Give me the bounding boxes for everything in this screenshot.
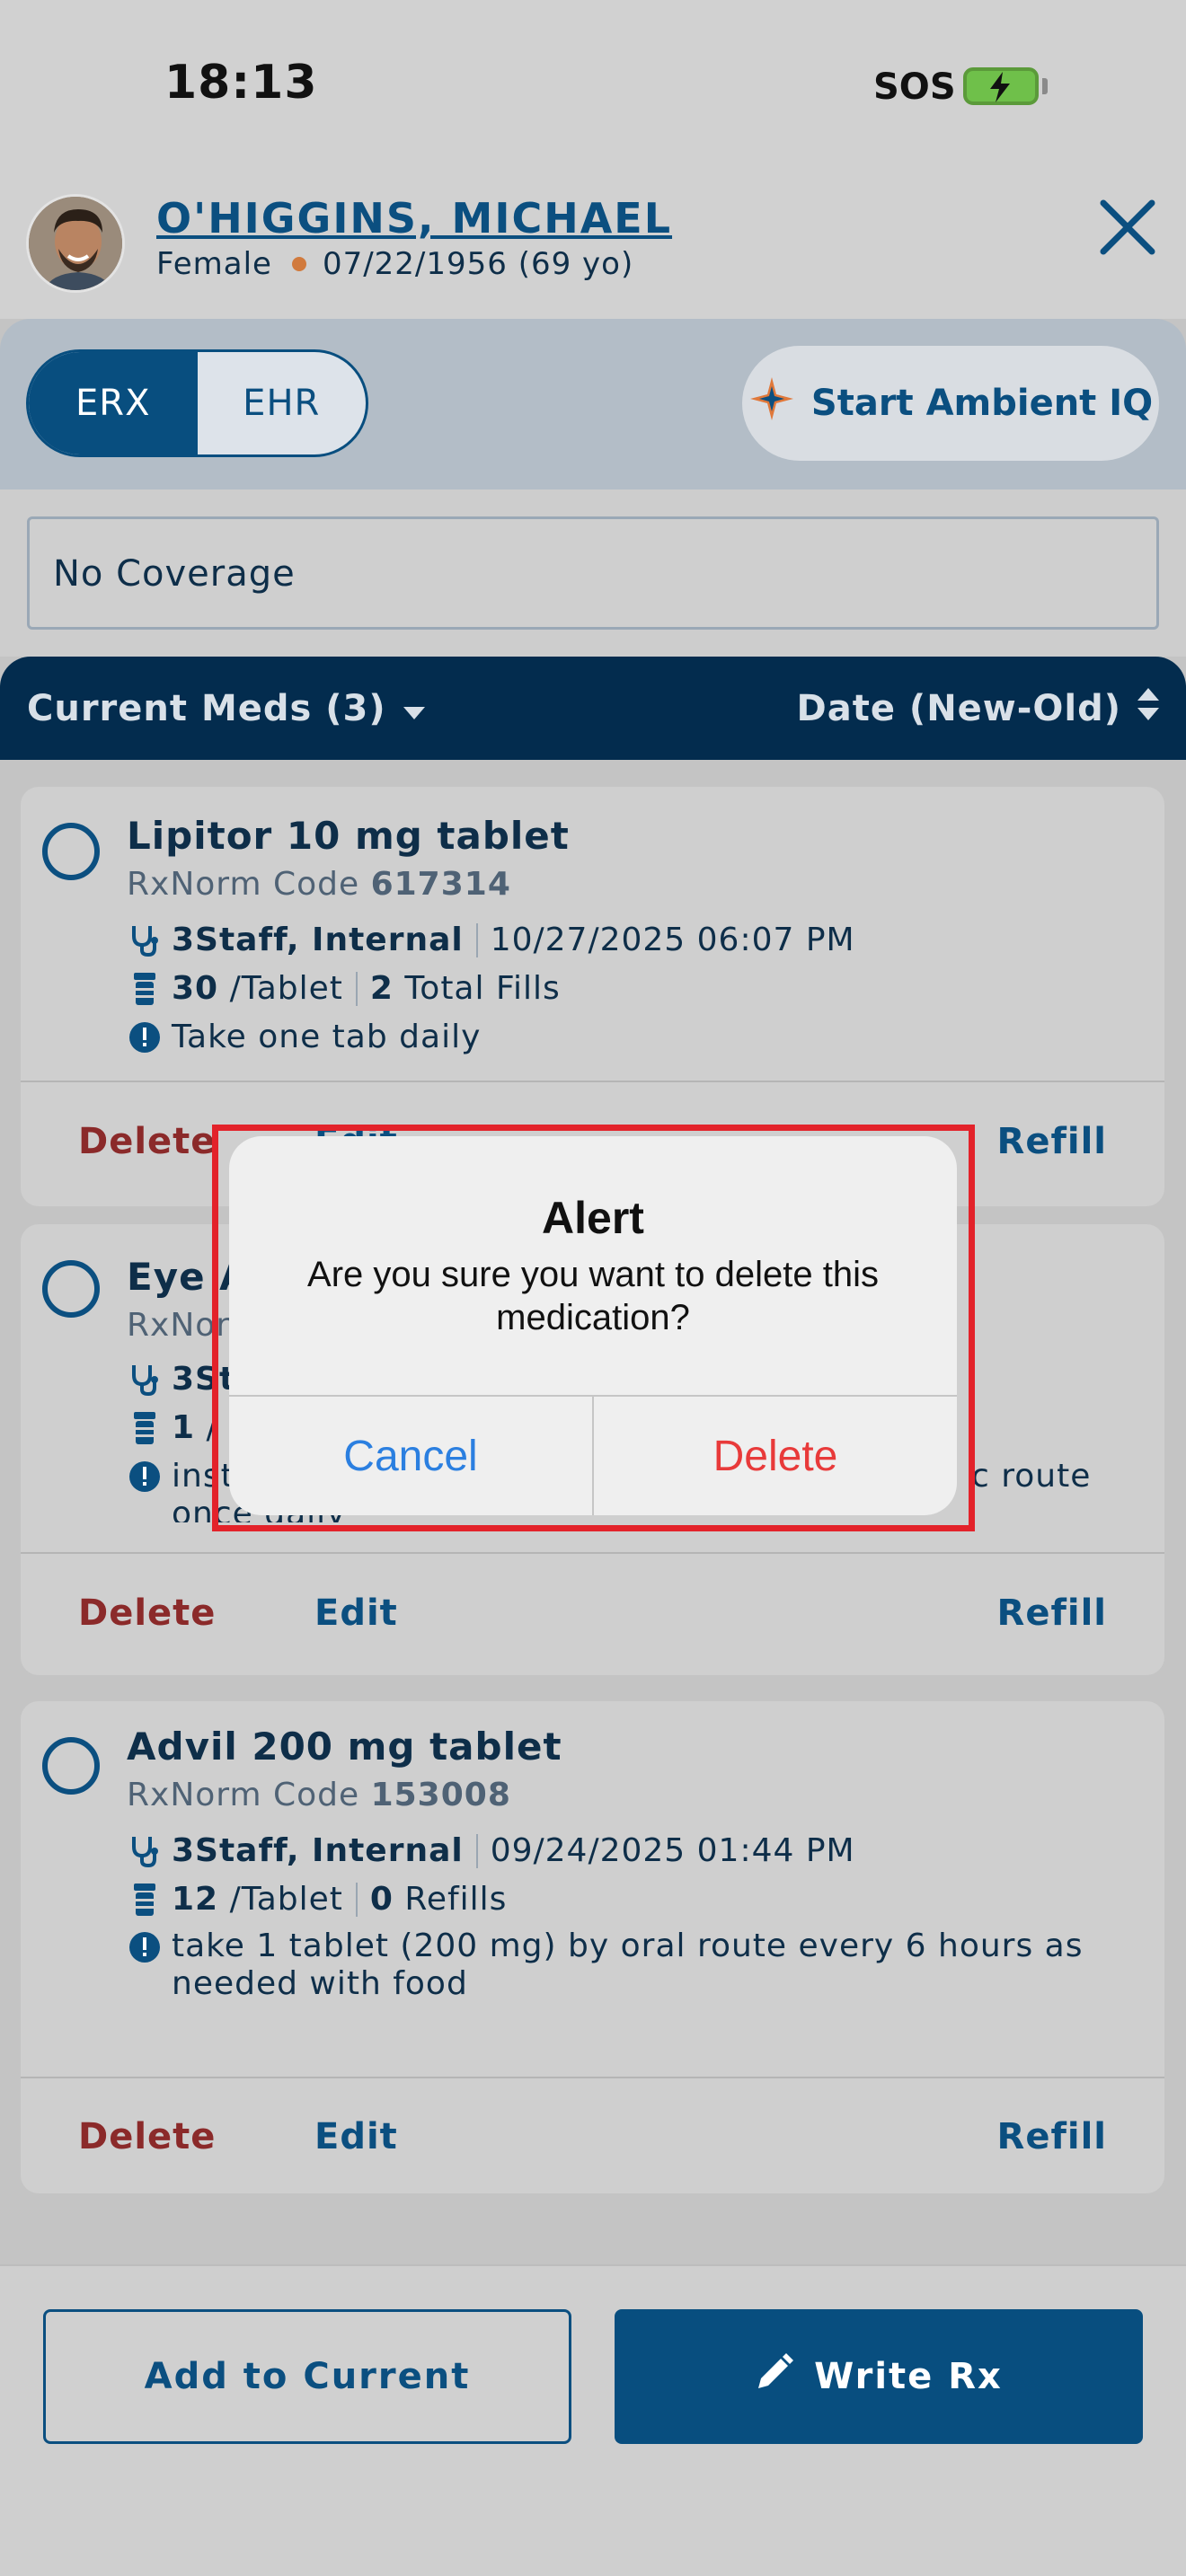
- patient-sex: Female: [156, 246, 272, 282]
- quantity: 12: [172, 1881, 219, 1918]
- rxnorm-line: RxNorm Code 617314: [127, 866, 511, 903]
- erx-ehr-segmented-control: ERX EHR: [26, 349, 368, 457]
- write-rx-label: Write Rx: [814, 2356, 1003, 2397]
- divider: [355, 1882, 358, 1917]
- med-select-radio[interactable]: [42, 1260, 100, 1318]
- pill-bottle-icon: [127, 972, 163, 1006]
- avatar: [26, 194, 125, 293]
- card-actions: Delete Edit Refill: [21, 2078, 1164, 2195]
- info-icon: [127, 1021, 163, 1054]
- delete-button[interactable]: Delete: [78, 1592, 216, 1634]
- sparkle-icon: [748, 375, 795, 431]
- delete-confirm-dialog: Alert Are you sure you want to delete th…: [229, 1136, 957, 1515]
- status-bar: 18:13 SOS: [0, 0, 1186, 171]
- delete-button[interactable]: Delete: [78, 1121, 216, 1162]
- battery-tip: [1042, 78, 1048, 94]
- alert-cancel-button[interactable]: Cancel: [229, 1397, 592, 1515]
- sig-line: Take one tab daily: [127, 1019, 481, 1055]
- quantity: 30: [172, 970, 219, 1007]
- card-divider: [21, 1081, 1164, 1082]
- divider: [475, 922, 478, 957]
- card-actions: Delete Edit Refill: [21, 1555, 1164, 1672]
- prescriber: 3Staff, Internal: [172, 1832, 464, 1869]
- fills-count: 0: [369, 1881, 394, 1918]
- sort-dropdown[interactable]: Date (New-Old): [797, 688, 1159, 729]
- info-icon: [127, 1931, 163, 1963]
- sort-label: Date (New-Old): [796, 688, 1121, 729]
- quantity-line: 1 /: [127, 1409, 218, 1446]
- status-time: 18:13: [164, 56, 318, 110]
- ambient-label: Start Ambient IQ: [810, 383, 1154, 424]
- med-name: Lipitor 10 mg tablet: [127, 814, 570, 858]
- segment-ehr[interactable]: EHR: [198, 352, 367, 454]
- unit: /Tablet: [229, 1881, 343, 1918]
- divider: [355, 971, 358, 1006]
- rxnorm-code: 153008: [370, 1777, 511, 1813]
- refill-button[interactable]: Refill: [997, 1121, 1107, 1162]
- prescribed-date: 10/27/2025 06:07 PM: [490, 922, 855, 958]
- rxnorm-line: RxNorm Code 153008: [127, 1777, 511, 1813]
- sort-icon: [1137, 688, 1159, 729]
- prescribed-date: 09/24/2025 01:44 PM: [490, 1832, 855, 1869]
- sig-text: Take one tab daily: [172, 1019, 482, 1055]
- segment-erx[interactable]: ERX: [29, 352, 198, 454]
- unit: /Tablet: [229, 970, 343, 1007]
- fills-label: Total Fills: [404, 970, 561, 1007]
- quantity-line: 12 /Tablet 0 Refills: [127, 1881, 507, 1918]
- med-filter-dropdown[interactable]: Current Meds (3): [27, 688, 426, 729]
- stethoscope-icon: [127, 1363, 163, 1397]
- patient-header: O'HIGGINS, MICHAEL Female 07/22/1956 (69 …: [0, 171, 1186, 319]
- med-card: Advil 200 mg tablet RxNorm Code 153008 3…: [21, 1701, 1164, 2193]
- separator-dot: [291, 256, 306, 271]
- med-list-header: Current Meds (3) Date (New-Old): [0, 657, 1186, 760]
- quantity: 1: [172, 1409, 196, 1446]
- rxnorm-code: 617314: [370, 866, 511, 903]
- sig-text: take 1 tablet (200 mg) by oral route eve…: [172, 1928, 1084, 2002]
- patient-name-link[interactable]: O'HIGGINS, MICHAEL: [156, 194, 672, 243]
- sig-text-end: c route: [971, 1458, 1092, 1495]
- sos-indicator: SOS: [873, 66, 956, 108]
- write-rx-button[interactable]: Write Rx: [615, 2309, 1143, 2444]
- refill-button[interactable]: Refill: [997, 2116, 1107, 2157]
- refill-button[interactable]: Refill: [997, 1592, 1107, 1634]
- card-divider: [21, 1552, 1164, 1554]
- source-toggle-row: ERX EHR Start Ambient IQ: [0, 319, 1186, 490]
- rxnorm-label: RxNorm Code: [127, 1777, 360, 1813]
- fills-label: Refills: [404, 1881, 508, 1918]
- close-icon[interactable]: [1096, 196, 1159, 259]
- bottom-action-bar: Add to Current Write Rx: [0, 2264, 1186, 2576]
- alert-delete-button[interactable]: Delete: [594, 1397, 957, 1515]
- divider: [475, 1833, 478, 1868]
- med-name: Advil 200 mg tablet: [127, 1725, 562, 1769]
- sig-line: take 1 tablet (200 mg) by oral route eve…: [127, 1928, 1115, 2003]
- delete-button[interactable]: Delete: [78, 2116, 216, 2157]
- alert-message: Are you sure you want to delete this med…: [307, 1255, 879, 1337]
- med-select-radio[interactable]: [42, 823, 100, 880]
- pill-bottle-icon: [127, 1411, 163, 1445]
- fills-count: 2: [369, 970, 394, 1007]
- rxnorm-label: RxNorm Code: [127, 866, 360, 903]
- med-select-radio[interactable]: [42, 1737, 100, 1795]
- quantity-line: 30 /Tablet 2 Total Fills: [127, 970, 561, 1007]
- prescriber: 3Staff, Internal: [172, 922, 464, 958]
- battery-icon: [963, 67, 1039, 105]
- coverage-field[interactable]: No Coverage: [27, 516, 1159, 630]
- prescriber-line: 3Staff, Internal 09/24/2025 01:44 PM: [127, 1832, 855, 1869]
- coverage-area: No Coverage: [0, 490, 1186, 657]
- add-to-current-button[interactable]: Add to Current: [43, 2309, 571, 2444]
- patient-dob-age: 07/22/1956 (69 yo): [322, 246, 634, 282]
- stethoscope-icon: [127, 923, 163, 957]
- patient-demographics: Female 07/22/1956 (69 yo): [156, 246, 633, 282]
- start-ambient-iq-button[interactable]: Start Ambient IQ: [742, 346, 1159, 461]
- edit-button[interactable]: Edit: [314, 2116, 398, 2157]
- edit-button[interactable]: Edit: [314, 1592, 398, 1634]
- alert-title: Alert: [542, 1193, 644, 1243]
- med-filter-label: Current Meds (3): [27, 688, 386, 729]
- prescriber-line: 3Staff, Internal 10/27/2025 06:07 PM: [127, 922, 855, 958]
- caret-down-icon: [403, 688, 426, 729]
- pencil-icon: [755, 2352, 794, 2401]
- stethoscope-icon: [127, 1834, 163, 1868]
- pill-bottle-icon: [127, 1883, 163, 1917]
- info-icon: [127, 1460, 163, 1493]
